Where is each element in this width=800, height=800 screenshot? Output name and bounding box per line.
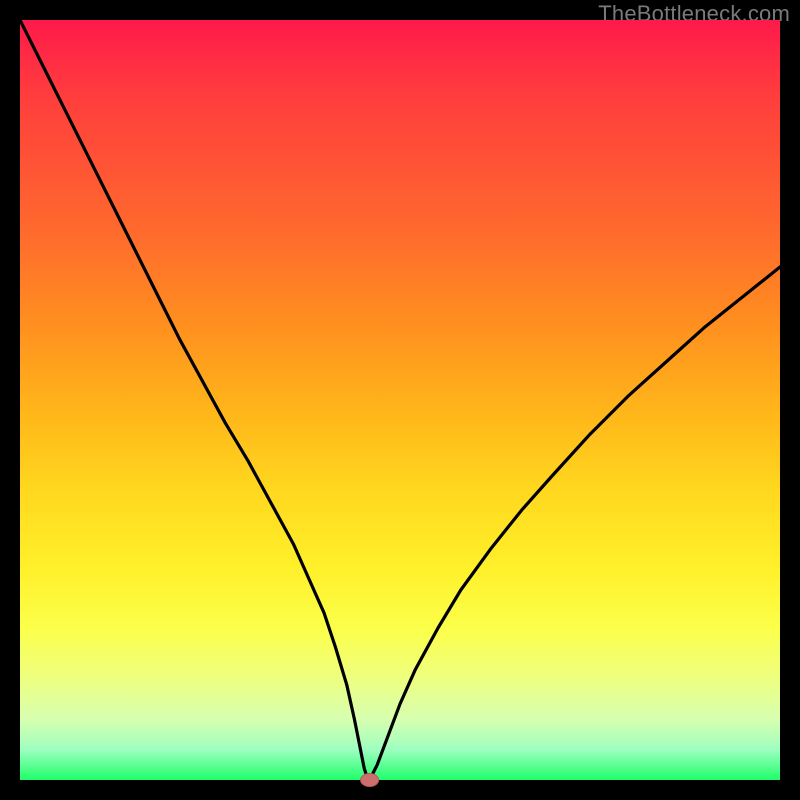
chart-svg <box>20 20 780 780</box>
bottleneck-curve <box>20 20 780 780</box>
chart-frame: TheBottleneck.com <box>0 0 800 800</box>
minimum-marker <box>361 774 379 787</box>
plot-area <box>20 20 780 780</box>
